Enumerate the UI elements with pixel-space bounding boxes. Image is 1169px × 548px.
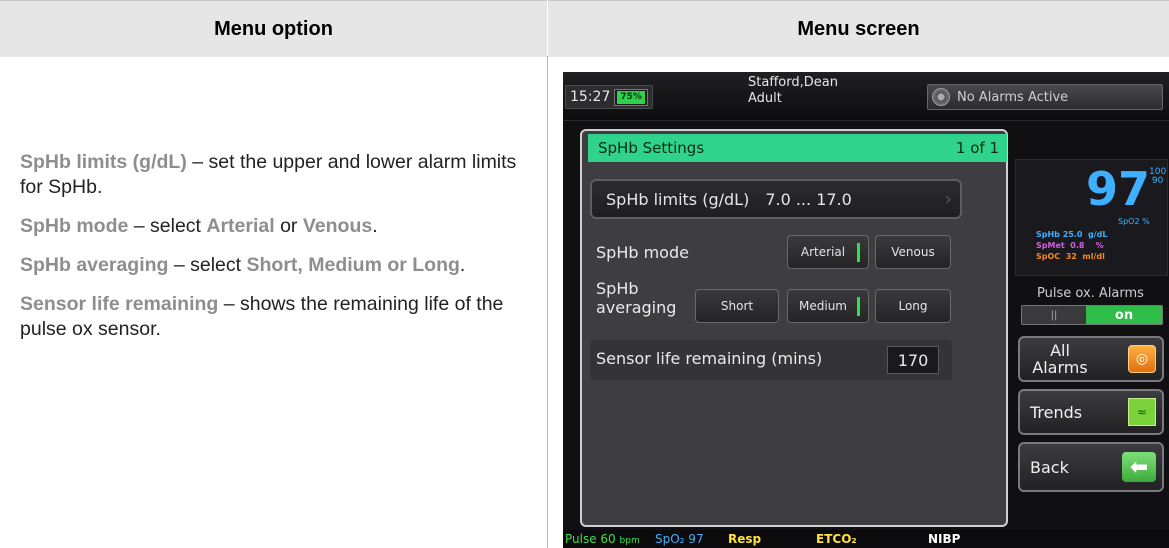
desc-sensor-life: Sensor life remaining – shows the remain… xyxy=(20,293,504,340)
bottom-parameter-bar: Pulse 60 bpm SpO₂ 97 Resp ETCO₂ NIBP xyxy=(563,530,1169,548)
sensor-life-label: Sensor life remaining (mins) xyxy=(596,349,823,368)
option-descriptions: SpHb limits (g/dL) – set the upper and l… xyxy=(20,150,530,356)
top-status-bar: 15:27 75% Stafford,Dean Adult No Alarms … xyxy=(563,72,1169,121)
spo2-value: 97 xyxy=(1086,162,1151,216)
header-menu-option: Menu option xyxy=(0,0,547,57)
monitor-screen: 15:27 75% Stafford,Dean Adult No Alarms … xyxy=(563,72,1169,548)
trend-chart-icon: ≈ xyxy=(1128,398,1156,426)
desc-sphb-mode: SpHb mode – select Arterial or Venous. xyxy=(20,215,378,237)
sphb-limits-button[interactable]: SpHb limits (g/dL) 7.0 ... 17.0 › xyxy=(590,179,962,219)
etco2-readout[interactable]: ETCO₂ xyxy=(816,532,857,546)
all-alarms-button[interactable]: All Alarms ◎ xyxy=(1018,336,1164,382)
spo2-label: SpO2 % xyxy=(1118,217,1150,226)
trends-button[interactable]: Trends ≈ xyxy=(1018,389,1164,435)
back-button[interactable]: Back ⬅ xyxy=(1018,442,1164,492)
all-alarms-label: All Alarms xyxy=(1032,341,1088,377)
patient-info[interactable]: Stafford,Dean Adult xyxy=(748,75,898,107)
column-divider xyxy=(547,56,548,548)
mode-venous-button[interactable]: Venous xyxy=(875,235,951,269)
avg-short-button[interactable]: Short xyxy=(695,289,779,323)
sphb-limits-value: 7.0 ... 17.0 xyxy=(765,189,852,209)
header-menu-screen: Menu screen xyxy=(548,0,1169,57)
patient-type: Adult xyxy=(748,91,782,106)
clock-battery: 15:27 75% xyxy=(565,85,653,109)
sphb-settings-panel: SpHb Settings 1 of 1 SpHb limits (g/dL) … xyxy=(580,129,1008,527)
sensor-life-value: 170 xyxy=(887,346,939,374)
mode-arterial-button[interactable]: Arterial xyxy=(787,235,869,269)
term-sphb-mode: SpHb mode xyxy=(20,215,129,237)
spo2-limits: 100 90 xyxy=(1149,167,1167,186)
desc-sphb-limits: SpHb limits (g/dL) – set the upper and l… xyxy=(20,151,517,198)
spoc-readout: SpOC 32 ml/dl xyxy=(1036,252,1105,261)
term-sensor-life: Sensor life remaining xyxy=(20,293,219,315)
arrow-left-icon: ⬅ xyxy=(1122,452,1156,482)
pulse-ox-alarms-toggle[interactable]: || on xyxy=(1021,305,1163,325)
battery-icon: 75% xyxy=(614,88,648,106)
resp-readout[interactable]: Resp xyxy=(728,532,761,546)
spo2-parameter-box[interactable]: 97 100 90 SpO2 % SpHb 25.0 g/dL SpMet 0.… xyxy=(1015,159,1168,276)
alarm-status-text: No Alarms Active xyxy=(957,89,1069,105)
sphb-averaging-label: SpHb averaging xyxy=(596,279,677,317)
alarm-status-button[interactable]: No Alarms Active xyxy=(927,84,1163,110)
sphb-limits-label: SpHb limits (g/dL) xyxy=(606,189,750,209)
sphb-readout: SpHb 25.0 g/dL xyxy=(1036,230,1108,239)
sphb-mode-label: SpHb mode xyxy=(596,243,689,262)
doc-table: Menu option Menu screen SpHb limits (g/d… xyxy=(0,0,1169,548)
term-sphb-limits: SpHb limits (g/dL) xyxy=(20,151,187,173)
term-sphb-averaging: SpHb averaging xyxy=(20,254,169,276)
spmet-readout: SpMet 0.8 % xyxy=(1036,241,1104,250)
alarm-silence-icon xyxy=(932,88,950,106)
avg-long-button[interactable]: Long xyxy=(875,289,951,323)
toggle-on-side: on xyxy=(1086,306,1162,324)
trends-label: Trends xyxy=(1030,402,1083,422)
pulse-readout[interactable]: Pulse 60 bpm xyxy=(565,532,640,546)
nibp-readout[interactable]: NIBP xyxy=(928,532,960,546)
desc-sphb-averaging: SpHb averaging – select Short, Medium or… xyxy=(20,254,466,276)
panel-header: SpHb Settings 1 of 1 xyxy=(588,134,1007,162)
page-indicator: 1 of 1 xyxy=(955,139,999,157)
back-label: Back xyxy=(1030,457,1069,477)
toggle-off-side: || xyxy=(1022,306,1086,324)
patient-name: Stafford,Dean xyxy=(748,75,838,90)
time-text: 15:27 xyxy=(570,89,611,105)
chevron-right-icon: › xyxy=(944,188,952,210)
panel-title: SpHb Settings xyxy=(598,139,705,157)
bell-icon: ◎ xyxy=(1128,345,1156,373)
pulse-ox-alarms-label: Pulse ox. Alarms xyxy=(1037,286,1144,301)
avg-medium-button[interactable]: Medium xyxy=(787,289,869,323)
spo2-readout[interactable]: SpO₂ 97 xyxy=(655,532,704,546)
